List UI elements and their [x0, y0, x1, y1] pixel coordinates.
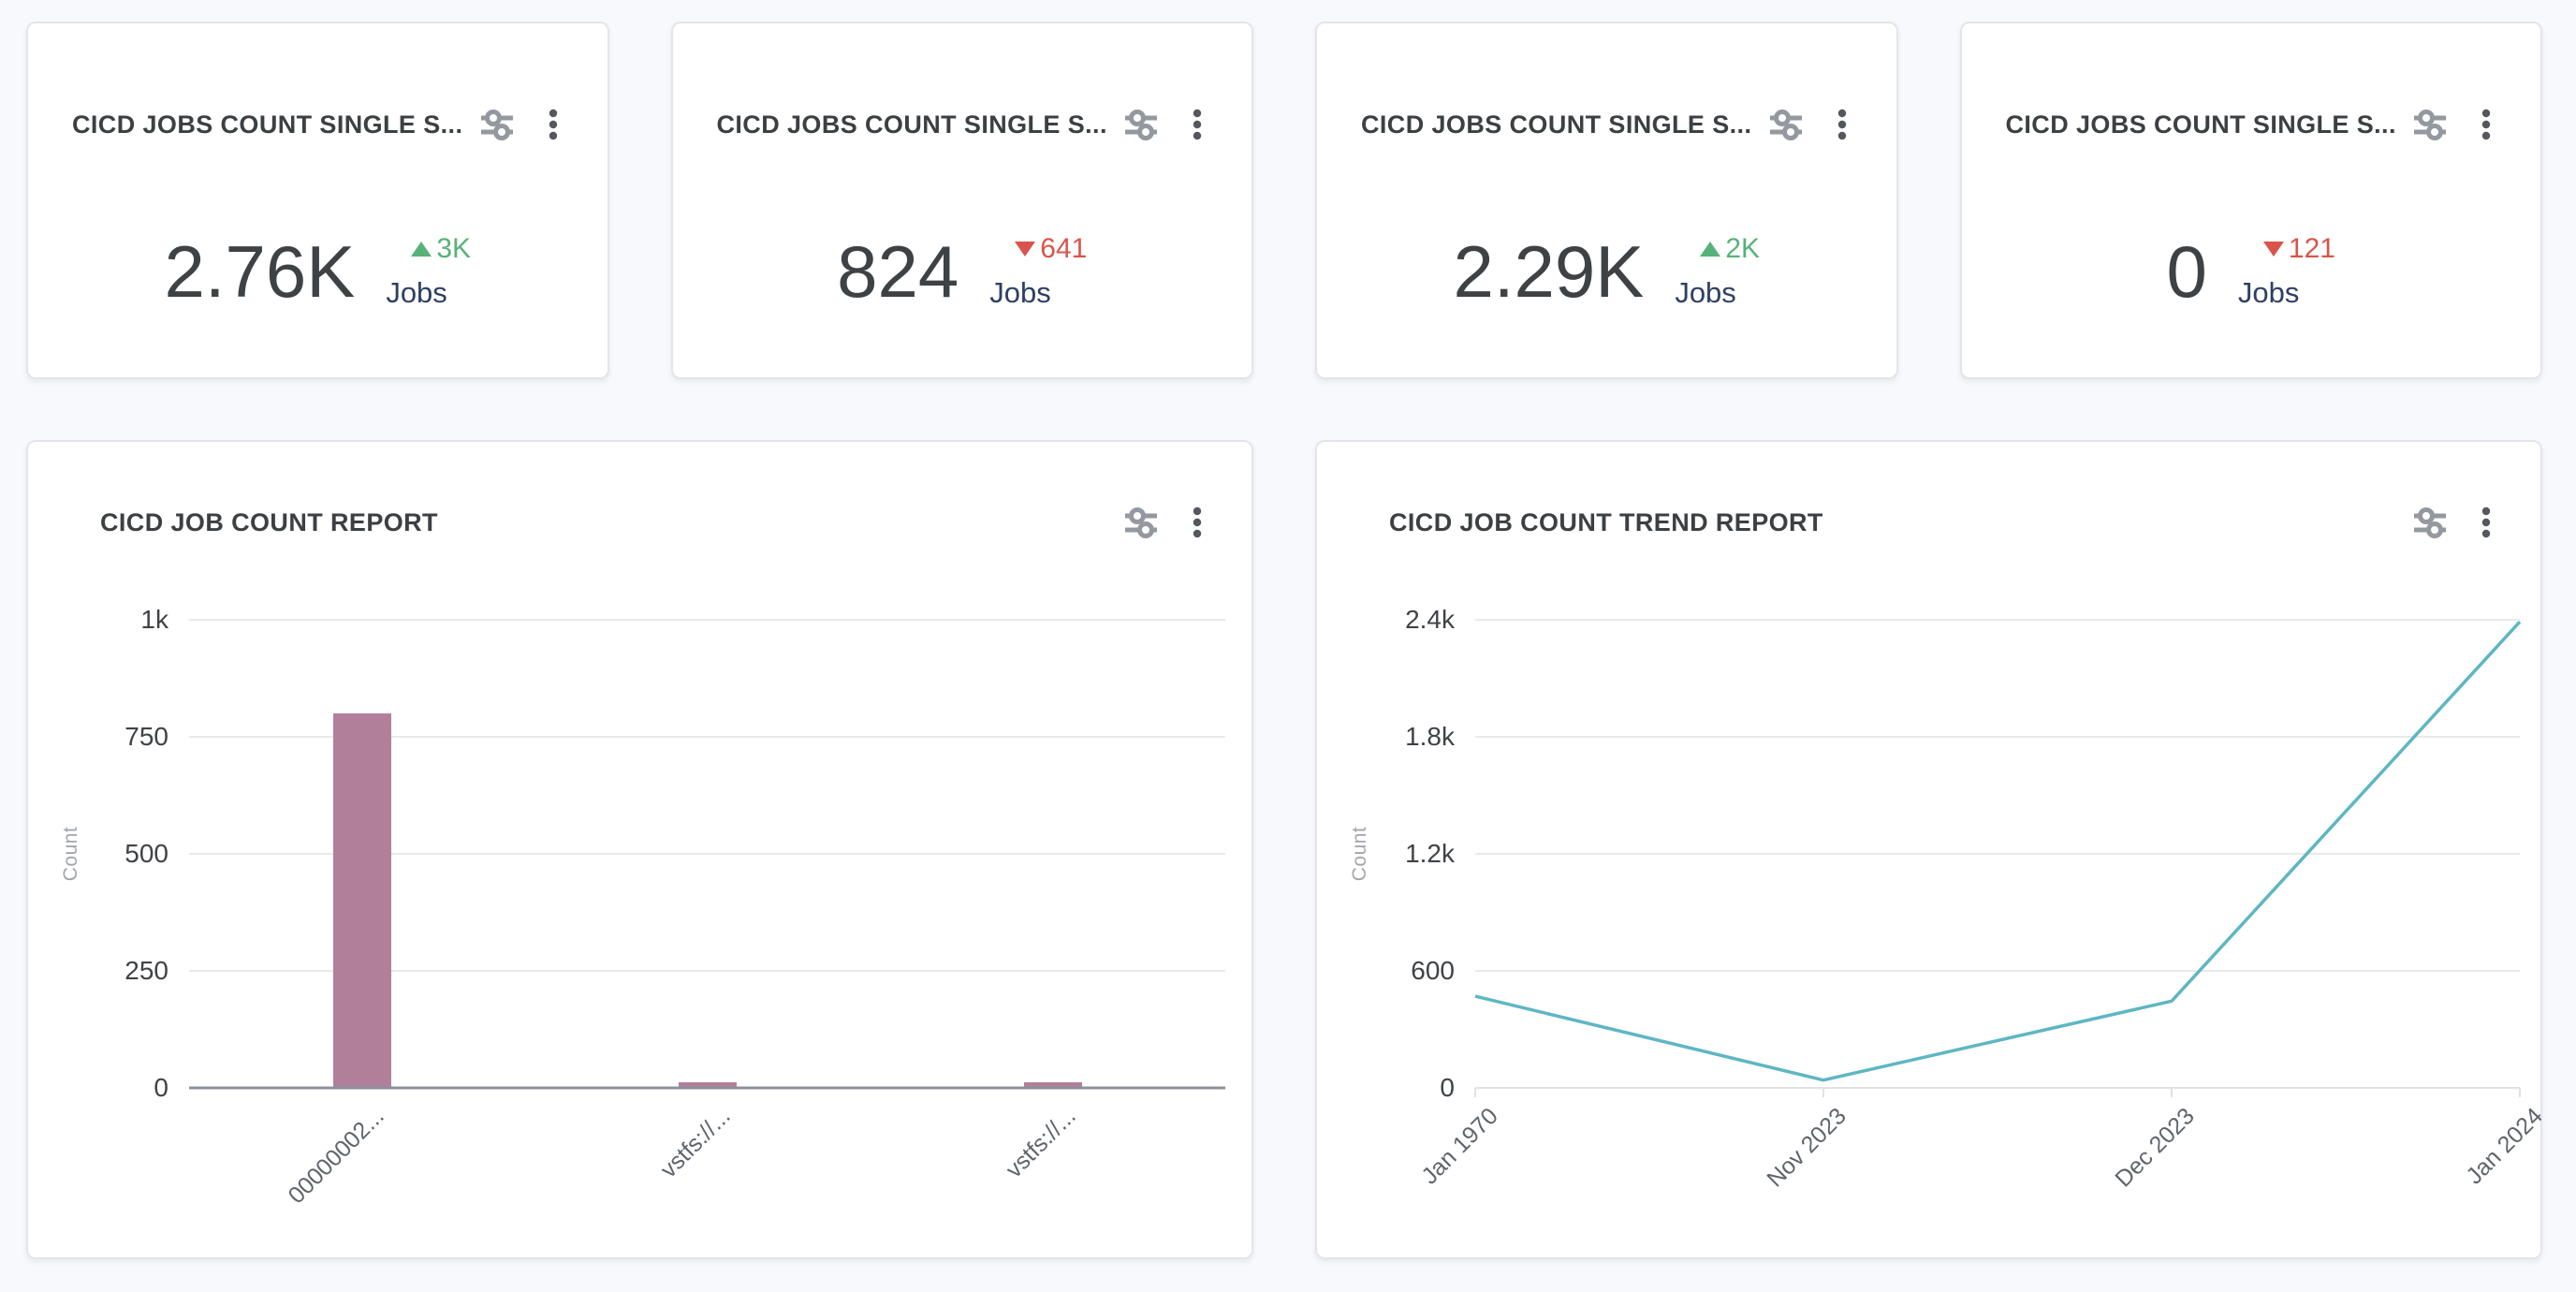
x-tick-label: Nov 2023 — [1762, 1103, 1852, 1193]
panel-header: CICD JOB COUNT REPORT — [100, 504, 1203, 541]
card-header: CICD JOBS COUNT SINGLE S... — [72, 106, 559, 143]
trend-line[interactable] — [1475, 620, 2520, 1088]
line-chart: 06001.2k1.8k2.4kJan 1970Nov 2023Dec 2023… — [1475, 620, 2520, 1088]
filter-sliders-icon[interactable] — [2411, 106, 2449, 143]
trend-chart-panel: CICD JOB COUNT TREND REPORT Count 06001.… — [1315, 440, 2542, 1259]
y-tick-label: 0 — [1440, 1073, 1455, 1103]
y-tick-label: 600 — [1411, 956, 1455, 986]
trend-up-icon — [1700, 242, 1720, 257]
x-tick-label: vstfs://... — [655, 1103, 736, 1183]
kebab-menu-icon[interactable] — [548, 106, 559, 143]
kebab-menu-icon[interactable] — [2481, 504, 2492, 541]
x-tick-label: Jan 1970 — [1416, 1103, 1503, 1190]
y-axis-title: Count — [1349, 827, 1371, 882]
filter-sliders-icon[interactable] — [478, 106, 516, 143]
x-tick-label: vstfs://... — [1001, 1103, 1081, 1183]
delta-value: 121 — [2289, 233, 2335, 264]
x-tick-label: Jan 2024 — [2461, 1103, 2548, 1190]
delta-value: 641 — [1040, 233, 1087, 264]
card-body: 0 121 Jobs — [1962, 211, 2541, 332]
panel-title: CICD JOB COUNT REPORT — [100, 508, 1122, 537]
kebab-menu-icon[interactable] — [1192, 504, 1203, 541]
x-axis-tick — [2519, 1088, 2521, 1097]
y-tick-label: 250 — [124, 956, 168, 986]
x-axis-tick — [2171, 1088, 2173, 1097]
panel-title: CICD JOB COUNT TREND REPORT — [1389, 508, 2411, 537]
card-header: CICD JOBS COUNT SINGLE S... — [2006, 106, 2493, 143]
trend-down-icon — [1015, 242, 1035, 257]
stat-card: CICD JOBS COUNT SINGLE S... 824 641 Jobs — [671, 22, 1254, 379]
filter-sliders-icon[interactable] — [1767, 106, 1805, 143]
y-tick-label: 1k — [140, 605, 168, 635]
kebab-menu-icon[interactable] — [1837, 106, 1848, 143]
card-actions — [2411, 106, 2492, 143]
metric-value: 0 — [2167, 235, 2207, 308]
delta-value: 3K — [436, 233, 471, 264]
card-title: CICD JOBS COUNT SINGLE S... — [1361, 110, 1767, 139]
metric-unit: Jobs — [989, 277, 1050, 309]
card-body: 2.76K 3K Jobs — [28, 211, 607, 332]
filter-sliders-icon[interactable] — [2411, 504, 2449, 541]
y-axis-title: Count — [60, 827, 82, 882]
stat-cards-row: CICD JOBS COUNT SINGLE S... 2.76K 3K Job… — [26, 22, 2542, 379]
metric-unit: Jobs — [386, 277, 446, 309]
delta-block: 121 Jobs — [2238, 233, 2335, 309]
x-axis-tick — [1822, 1088, 1824, 1097]
delta-row: 121 — [2263, 233, 2335, 264]
delta-block: 641 Jobs — [989, 233, 1087, 309]
card-actions — [1767, 106, 1848, 143]
panel-actions — [1122, 504, 1203, 541]
delta-row: 3K — [411, 233, 471, 264]
panel-actions — [2411, 504, 2492, 541]
kebab-menu-icon[interactable] — [2481, 106, 2492, 143]
y-tick-label: 1.2k — [1405, 839, 1455, 869]
x-tick-label: 00000002... — [284, 1103, 390, 1210]
trend-down-icon — [2263, 242, 2284, 257]
card-actions — [1122, 106, 1203, 143]
card-body: 824 641 Jobs — [673, 211, 1252, 332]
card-header: CICD JOBS COUNT SINGLE S... — [717, 106, 1204, 143]
card-title: CICD JOBS COUNT SINGLE S... — [72, 110, 478, 139]
card-body: 2.29K 2K Jobs — [1317, 211, 1896, 332]
delta-row: 2K — [1700, 233, 1760, 264]
trend-up-icon — [411, 242, 432, 257]
y-tick-label: 500 — [124, 839, 168, 869]
y-tick-label: 2.4k — [1405, 605, 1455, 635]
delta-block: 2K Jobs — [1675, 233, 1760, 309]
card-title: CICD JOBS COUNT SINGLE S... — [717, 110, 1123, 139]
filter-sliders-icon[interactable] — [1122, 504, 1160, 541]
stat-card: CICD JOBS COUNT SINGLE S... 2.76K 3K Job… — [26, 22, 609, 379]
metric-value: 2.29K — [1453, 235, 1644, 308]
kebab-menu-icon[interactable] — [1192, 106, 1203, 143]
metric-unit: Jobs — [2238, 277, 2299, 309]
delta-value: 2K — [1725, 233, 1760, 264]
metric-value: 824 — [837, 235, 959, 308]
bar-chart-panel: CICD JOB COUNT REPORT Count 02505007501k… — [26, 440, 1253, 1259]
delta-block: 3K Jobs — [386, 233, 471, 309]
gridline — [189, 619, 1225, 621]
bar-chart: 02505007501k00000002...vstfs://...vstfs:… — [189, 620, 1225, 1088]
x-axis-tick — [1474, 1088, 1476, 1097]
filter-sliders-icon[interactable] — [1122, 106, 1160, 143]
bar[interactable] — [333, 713, 391, 1088]
panel-header: CICD JOB COUNT TREND REPORT — [1389, 504, 2492, 541]
x-tick-label: Dec 2023 — [2110, 1103, 2200, 1193]
card-title: CICD JOBS COUNT SINGLE S... — [2006, 110, 2412, 139]
delta-row: 641 — [1015, 233, 1087, 264]
card-header: CICD JOBS COUNT SINGLE S... — [1361, 106, 1848, 143]
card-actions — [478, 106, 559, 143]
y-tick-label: 0 — [154, 1073, 168, 1103]
metric-unit: Jobs — [1675, 277, 1735, 309]
stat-card: CICD JOBS COUNT SINGLE S... 0 121 Jobs — [1960, 22, 2543, 379]
x-axis-line — [189, 1087, 1225, 1090]
y-tick-label: 1.8k — [1405, 722, 1455, 752]
metric-value: 2.76K — [164, 235, 355, 308]
stat-card: CICD JOBS COUNT SINGLE S... 2.29K 2K Job… — [1315, 22, 1898, 379]
y-tick-label: 750 — [124, 722, 168, 752]
x-axis-line — [1475, 1087, 2520, 1089]
chart-panels-row: CICD JOB COUNT REPORT Count 02505007501k… — [26, 440, 2542, 1259]
